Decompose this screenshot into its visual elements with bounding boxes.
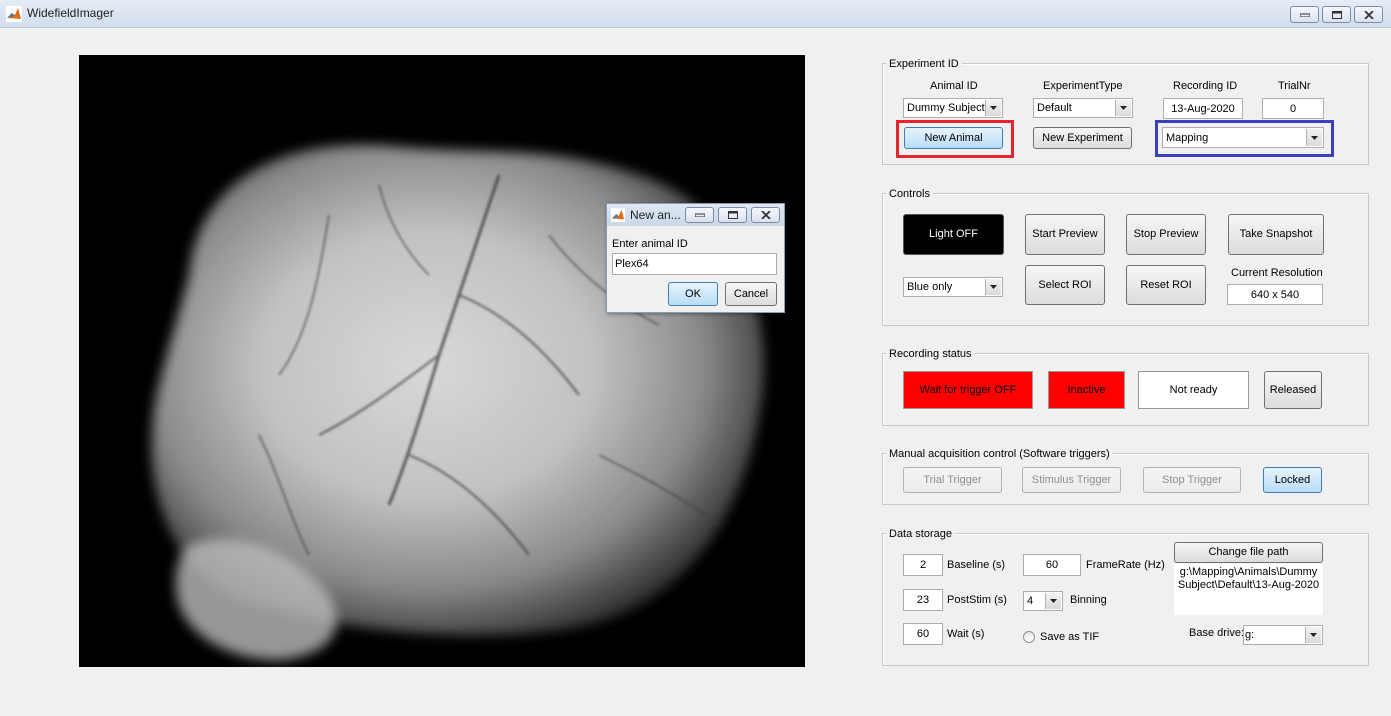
file-path-line-1: g:\Mapping\Animals\Dummy bbox=[1179, 566, 1318, 578]
controls-title: Controls bbox=[886, 188, 933, 201]
minimize-button[interactable] bbox=[1290, 6, 1319, 23]
current-resolution-label: Current Resolution bbox=[1231, 267, 1323, 279]
animal-id-select[interactable]: Dummy Subject bbox=[903, 98, 1003, 118]
animal-id-label: Animal ID bbox=[930, 80, 978, 92]
experiment-type-select[interactable]: Default bbox=[1033, 98, 1133, 118]
trial-trigger-button[interactable]: Trial Trigger bbox=[903, 467, 1002, 493]
dialog-title: New an... bbox=[630, 208, 681, 222]
current-resolution-value: 640 x 540 bbox=[1250, 288, 1300, 301]
maximize-button[interactable] bbox=[1322, 6, 1351, 23]
new-animal-button[interactable]: New Animal bbox=[904, 127, 1003, 149]
manual-acquisition-title: Manual acquisition control (Software tri… bbox=[886, 448, 1113, 461]
dialog-titlebar[interactable]: New an... bbox=[607, 204, 784, 226]
experiment-id-title: Experiment ID bbox=[886, 58, 962, 71]
window-titlebar[interactable]: WidefieldImager bbox=[0, 0, 1391, 28]
dialog-minimize-button[interactable] bbox=[685, 207, 714, 223]
animal-id-input-value: Plex64 bbox=[615, 258, 649, 270]
close-icon bbox=[760, 211, 771, 219]
chevron-down-icon bbox=[985, 279, 1001, 295]
binning-value: 4 bbox=[1027, 595, 1034, 607]
wait-value: 60 bbox=[916, 628, 930, 640]
matlab-icon bbox=[6, 6, 22, 22]
recording-status-title: Recording status bbox=[886, 348, 975, 361]
framerate-label: FrameRate (Hz) bbox=[1086, 559, 1165, 571]
dialog-close-button[interactable] bbox=[751, 207, 780, 223]
trial-nr-field[interactable]: 0 bbox=[1262, 98, 1324, 119]
dialog-ok-button[interactable]: OK bbox=[668, 282, 718, 306]
maximize-icon bbox=[1331, 10, 1342, 19]
chevron-down-icon bbox=[1115, 100, 1131, 116]
file-path-line-2: Subject\Default\13-Aug-2020 bbox=[1177, 579, 1320, 591]
chevron-down-icon bbox=[985, 100, 1001, 116]
mode-value: Mapping bbox=[1166, 131, 1209, 144]
new-animal-dialog[interactable]: New an... Enter animal ID Plex64 OK Canc… bbox=[606, 203, 785, 313]
start-preview-button[interactable]: Start Preview bbox=[1025, 214, 1105, 255]
minimize-icon bbox=[694, 213, 705, 217]
take-snapshot-button[interactable]: Take Snapshot bbox=[1228, 214, 1324, 255]
base-drive-select[interactable]: g: bbox=[1243, 625, 1323, 645]
ready-status-indicator: Not ready bbox=[1138, 371, 1249, 409]
release-button[interactable]: Released bbox=[1264, 371, 1322, 409]
light-mode-select[interactable]: Blue only bbox=[903, 277, 1003, 297]
baseline-label: Baseline (s) bbox=[947, 559, 1006, 571]
save-as-tif-label: Save as TIF bbox=[1040, 631, 1100, 643]
dialog-maximize-button[interactable] bbox=[718, 207, 747, 223]
stop-trigger-button[interactable]: Stop Trigger bbox=[1143, 467, 1241, 493]
controls-panel bbox=[882, 193, 1369, 326]
chevron-down-icon bbox=[1306, 129, 1322, 146]
window-title: WidefieldImager bbox=[27, 6, 114, 20]
poststim-input[interactable]: 23 bbox=[903, 589, 943, 611]
close-button[interactable] bbox=[1354, 6, 1383, 23]
activity-status-indicator: Inactive bbox=[1048, 371, 1125, 409]
maximize-icon bbox=[727, 211, 738, 219]
framerate-value: 60 bbox=[1045, 559, 1059, 571]
close-icon bbox=[1363, 10, 1374, 19]
wait-label: Wait (s) bbox=[947, 628, 985, 640]
light-mode-value: Blue only bbox=[907, 281, 953, 293]
experiment-type-label: ExperimentType bbox=[1043, 80, 1123, 92]
animal-id-input[interactable]: Plex64 bbox=[612, 253, 777, 275]
framerate-input[interactable]: 60 bbox=[1023, 554, 1081, 576]
data-storage-title: Data storage bbox=[886, 528, 955, 541]
trial-nr-label: TrialNr bbox=[1278, 80, 1311, 92]
baseline-value: 2 bbox=[919, 559, 927, 571]
recording-id-value: 13-Aug-2020 bbox=[1171, 102, 1235, 115]
trigger-status-indicator: Wait for trigger OFF bbox=[903, 371, 1033, 409]
current-resolution-field: 640 x 540 bbox=[1227, 284, 1323, 305]
base-drive-value: g: bbox=[1245, 629, 1255, 641]
stimulus-trigger-button[interactable]: Stimulus Trigger bbox=[1022, 467, 1121, 493]
poststim-label: PostStim (s) bbox=[947, 594, 1007, 606]
minimize-icon bbox=[1299, 13, 1310, 17]
new-experiment-button[interactable]: New Experiment bbox=[1033, 127, 1132, 149]
dialog-prompt: Enter animal ID bbox=[612, 238, 688, 250]
light-toggle-button[interactable]: Light OFF bbox=[903, 214, 1004, 255]
poststim-value: 23 bbox=[916, 594, 930, 606]
change-file-path-button[interactable]: Change file path bbox=[1174, 542, 1323, 563]
chevron-down-icon bbox=[1305, 627, 1321, 643]
dialog-cancel-button[interactable]: Cancel bbox=[725, 282, 777, 306]
animal-id-value: Dummy Subject bbox=[907, 102, 985, 114]
wait-input[interactable]: 60 bbox=[903, 623, 943, 645]
stop-preview-button[interactable]: Stop Preview bbox=[1126, 214, 1206, 255]
matlab-icon bbox=[611, 208, 625, 225]
camera-preview-image[interactable] bbox=[79, 55, 805, 667]
base-drive-label: Base drive: bbox=[1189, 627, 1245, 639]
trial-nr-value: 0 bbox=[1289, 102, 1297, 115]
recording-id-label: Recording ID bbox=[1173, 80, 1238, 92]
experiment-type-value: Default bbox=[1037, 102, 1072, 114]
file-path-display: g:\Mapping\Animals\Dummy Subject\Default… bbox=[1174, 564, 1323, 615]
recording-id-field[interactable]: 13-Aug-2020 bbox=[1163, 98, 1243, 119]
save-as-tif-radio[interactable] bbox=[1023, 631, 1035, 643]
binning-select[interactable]: 4 bbox=[1023, 591, 1063, 611]
mode-select[interactable]: Mapping bbox=[1162, 127, 1324, 148]
locked-toggle-button[interactable]: Locked bbox=[1263, 467, 1322, 493]
select-roi-button[interactable]: Select ROI bbox=[1025, 265, 1105, 305]
baseline-input[interactable]: 2 bbox=[903, 554, 943, 576]
reset-roi-button[interactable]: Reset ROI bbox=[1126, 265, 1206, 305]
binning-label: Binning bbox=[1070, 594, 1107, 606]
chevron-down-icon bbox=[1045, 593, 1061, 609]
